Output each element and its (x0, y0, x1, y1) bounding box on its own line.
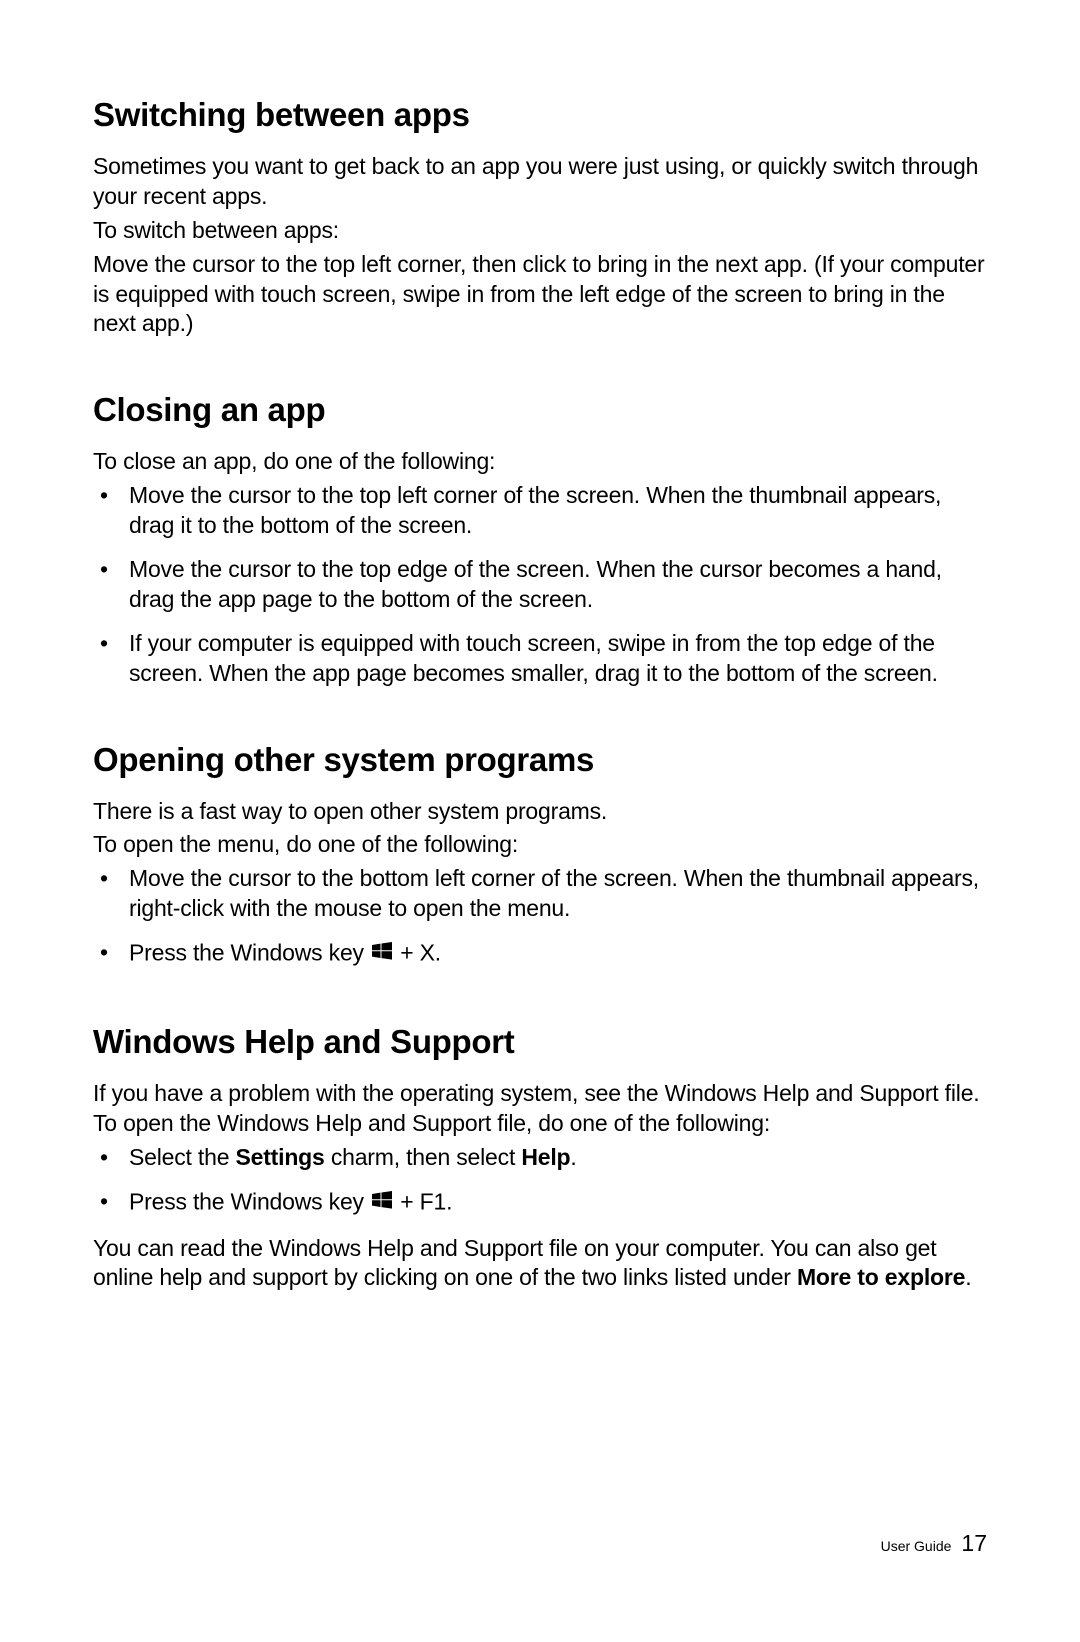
body-text: If you have a problem with the operating… (93, 1079, 987, 1139)
body-text: To close an app, do one of the following… (93, 447, 987, 477)
heading-closing-app: Closing an app (93, 391, 987, 429)
bold-text: More to explore (797, 1264, 965, 1290)
body-text: To switch between apps: (93, 216, 987, 246)
heading-opening-programs: Opening other system programs (93, 741, 987, 779)
body-text: You can read the Windows Help and Suppor… (93, 1234, 987, 1294)
bold-text: Help (521, 1144, 570, 1170)
list-item: Move the cursor to the top left corner o… (93, 481, 987, 541)
body-text: There is a fast way to open other system… (93, 797, 987, 827)
body-text: Select the (129, 1144, 235, 1170)
list-item: Move the cursor to the top edge of the s… (93, 555, 987, 615)
bold-text: Settings (235, 1144, 324, 1170)
body-text: Sometimes you want to get back to an app… (93, 152, 987, 212)
bullet-list: Move the cursor to the top left corner o… (93, 481, 987, 688)
body-text: Press the Windows key (129, 1188, 370, 1214)
body-text: charm, then select (325, 1144, 522, 1170)
body-text: + X. (394, 940, 441, 966)
body-text: Press the Windows key (129, 940, 370, 966)
bullet-list: Move the cursor to the bottom left corne… (93, 864, 987, 971)
windows-key-icon (372, 1187, 392, 1217)
list-item: Press the Windows key + X. (93, 938, 987, 971)
body-text: To open the menu, do one of the followin… (93, 830, 987, 860)
list-item: Move the cursor to the bottom left corne… (93, 864, 987, 924)
body-text: + F1. (394, 1188, 452, 1214)
bullet-list: Select the Settings charm, then select H… (93, 1143, 987, 1220)
list-item: Select the Settings charm, then select H… (93, 1143, 987, 1173)
windows-key-icon (372, 938, 392, 968)
heading-windows-help: Windows Help and Support (93, 1023, 987, 1061)
document-page: Switching between apps Sometimes you wan… (0, 0, 1080, 1357)
body-text: . (570, 1144, 576, 1170)
body-text: Move the cursor to the top left corner, … (93, 250, 987, 340)
list-item: If your computer is equipped with touch … (93, 629, 987, 689)
list-item: Press the Windows key + F1. (93, 1187, 987, 1220)
heading-switching-apps: Switching between apps (93, 96, 987, 134)
page-footer: User Guide 17 (881, 1530, 987, 1557)
body-text: . (965, 1264, 971, 1290)
page-number: 17 (961, 1530, 987, 1557)
footer-label: User Guide (881, 1538, 952, 1554)
